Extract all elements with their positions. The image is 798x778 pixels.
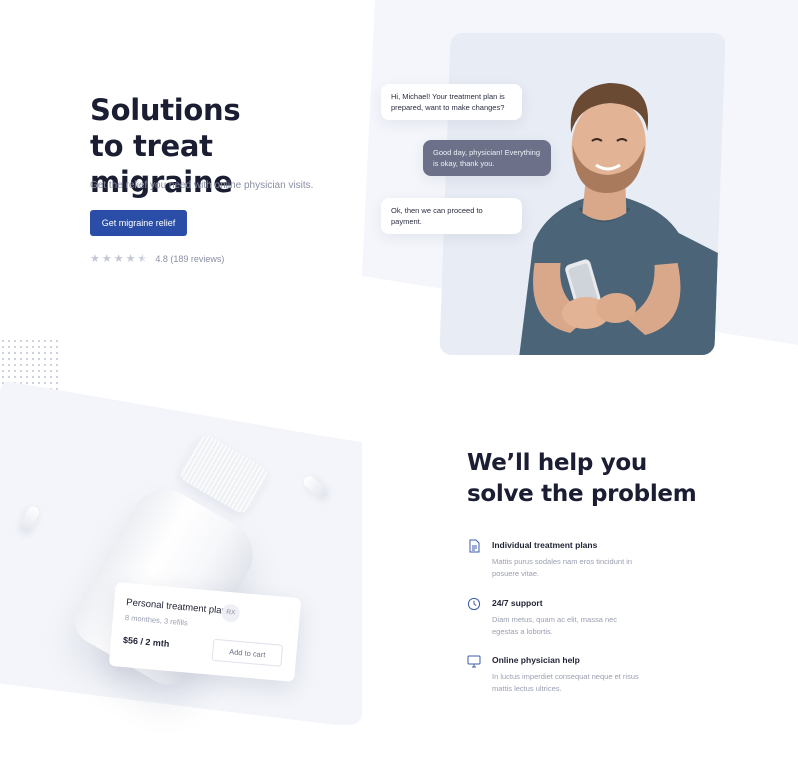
- star-icon: ★: [125, 253, 136, 265]
- help-title-line2: solve the problem: [467, 481, 697, 507]
- rx-badge: RX: [220, 603, 241, 623]
- feature-description: Mattis purus sodales nam eros tincidunt …: [492, 557, 633, 578]
- plan-details: 8 monthes, 3 refills: [124, 612, 189, 628]
- hero-photo: [439, 33, 726, 355]
- document-icon: [469, 539, 480, 553]
- star-icon: ★: [113, 253, 124, 265]
- add-to-cart-button[interactable]: Add to cart: [211, 638, 284, 667]
- feature-name: 24/7 support: [492, 598, 543, 608]
- chat-bubble-user: Good day, physician! Everything is okay,…: [423, 140, 551, 176]
- plan-price: $56 / 2 mth: [122, 634, 170, 649]
- hero-title-line1: Solutions: [90, 93, 241, 127]
- rating: ★ ★ ★ ★ ★ 4.8 (189 reviews): [90, 253, 224, 265]
- half-star-icon: ★: [137, 253, 148, 265]
- star-icon: ★: [90, 253, 100, 265]
- feature-description: In luctus imperdiet consequat neque et r…: [492, 672, 639, 693]
- feature-name: Individual treatment plans: [492, 540, 598, 550]
- get-migraine-relief-button[interactable]: Get migraine relief: [90, 210, 187, 236]
- clock-icon: [467, 597, 481, 611]
- help-title: We’ll help you solve the problem: [467, 448, 727, 510]
- monitor-icon: [467, 655, 481, 668]
- hero-subtitle: Get the relief you need with online phys…: [90, 180, 314, 191]
- chat-bubble-app: Ok, then we can proceed to payment.: [381, 198, 522, 234]
- rating-text: 4.8 (189 reviews): [155, 254, 225, 264]
- feature-name: Online physician help: [492, 655, 580, 665]
- treatment-plan-card: Personal treatment plan RX 8 monthes, 3 …: [108, 582, 302, 682]
- chat-bubble-app: Hi, Michael! Your treatment plan is prep…: [381, 84, 522, 120]
- person-with-phone-image: [519, 83, 718, 355]
- help-title-line1: We’ll help you: [467, 450, 647, 476]
- feature-description: Diam metus, quam ac elit, massa nec eges…: [492, 615, 618, 636]
- star-icon: ★: [101, 253, 112, 265]
